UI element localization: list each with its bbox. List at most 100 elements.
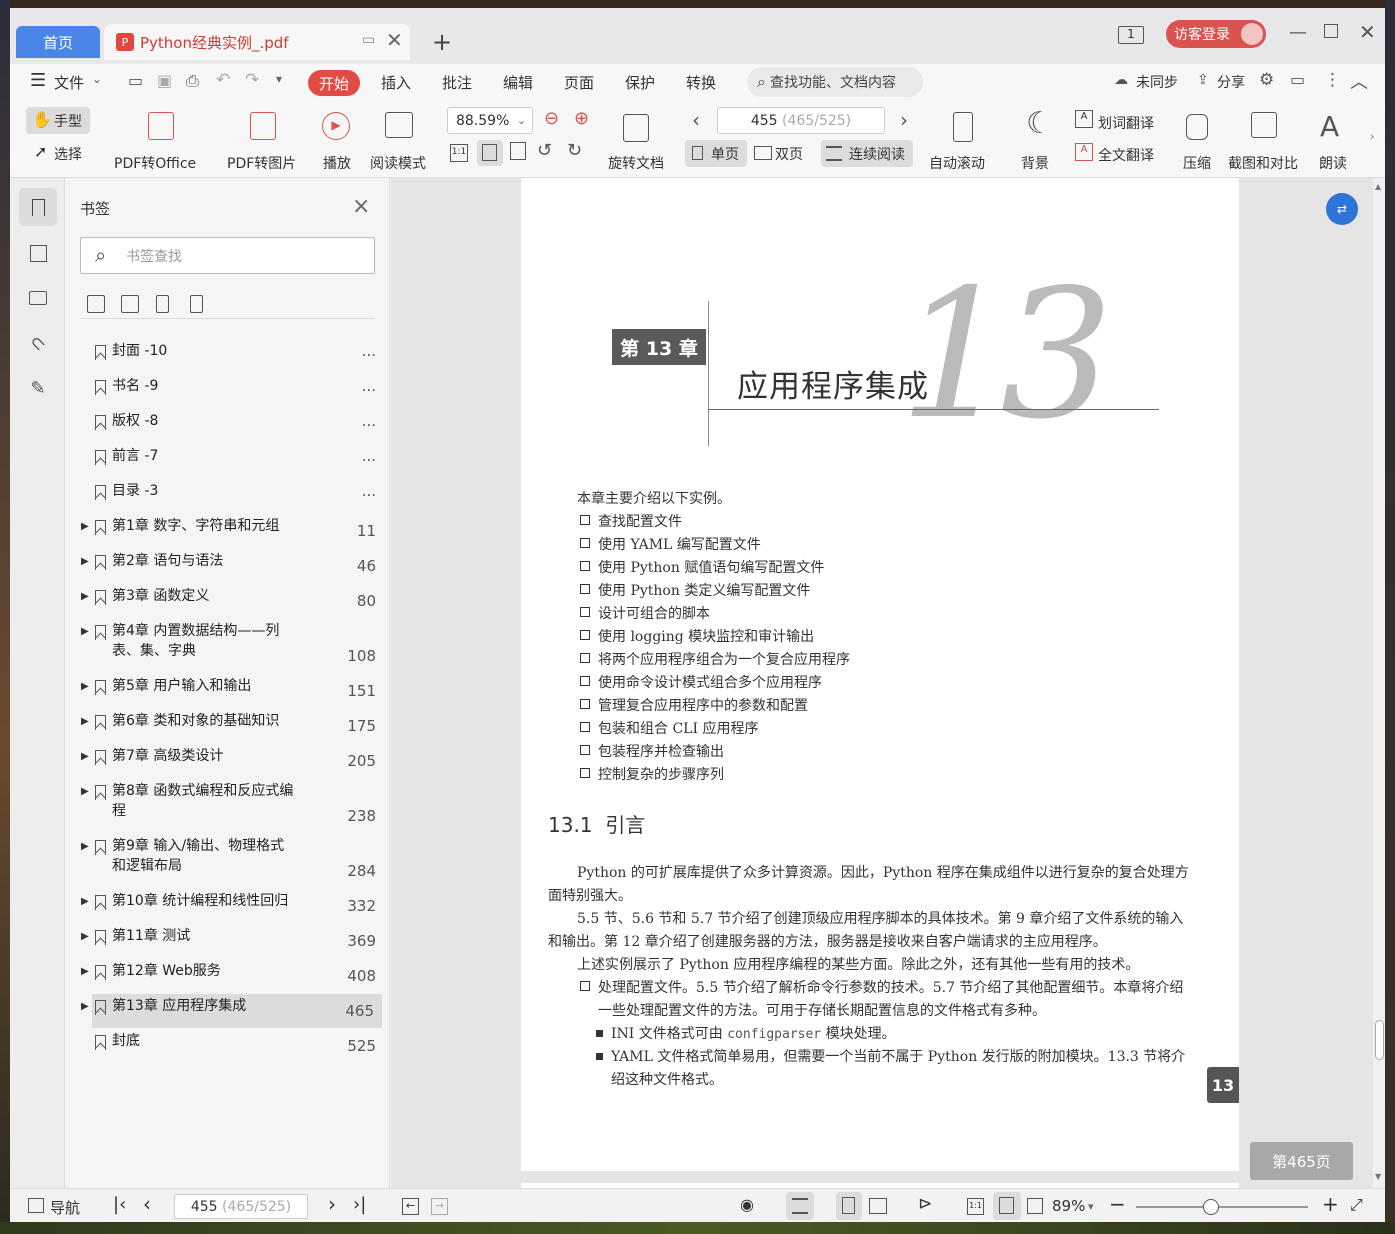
menu-page[interactable]: 页面 xyxy=(564,72,594,93)
hand-tool-button[interactable]: ✋ 手型 xyxy=(26,107,90,134)
play-button[interactable]: 播放 xyxy=(323,153,351,173)
minimize-icon[interactable]: — xyxy=(1289,22,1307,43)
compress-button[interactable]: 压缩 xyxy=(1183,153,1211,173)
function-search[interactable]: ⌕ 查找功能、文档内容 xyxy=(747,67,923,97)
scroll-up-icon[interactable]: ▲ xyxy=(1375,182,1381,191)
new-tab-icon[interactable]: + xyxy=(432,28,452,56)
bookmark-item[interactable]: ▶ 第1章 数字、字符串和元组 11 xyxy=(81,514,384,548)
redo-icon[interactable]: ↷ xyxy=(245,70,259,90)
status-page-input[interactable]: 455 (465/525) xyxy=(174,1194,308,1219)
actual-size-icon[interactable]: 1:1 xyxy=(967,1198,984,1215)
collapse-ribbon-icon[interactable]: ︿ xyxy=(1350,68,1368,94)
document-viewport[interactable]: 13 第 13 章 应用程序集成 本章主要介绍以下实例。 查找配置文件 使用 Y… xyxy=(391,178,1373,1188)
cloud-sync-icon[interactable]: ☁ xyxy=(1114,72,1128,88)
expand-arrow-icon[interactable]: ▶ xyxy=(81,626,89,637)
menu-file[interactable]: 文件 xyxy=(54,72,84,93)
window-count-icon[interactable]: 1 xyxy=(1118,26,1144,44)
fit-page-button[interactable] xyxy=(477,140,503,166)
zoom-slider[interactable] xyxy=(1136,1206,1308,1208)
close-window-icon[interactable]: ✕ xyxy=(1359,20,1376,44)
bookmark-item[interactable]: 书名 -9... xyxy=(92,374,384,408)
bookmark-item[interactable]: 前言 -7... xyxy=(92,444,384,478)
sync-status[interactable]: 未同步 xyxy=(1136,72,1178,92)
rotate-left-icon[interactable]: ↺ xyxy=(537,140,552,161)
menu-edit[interactable]: 编辑 xyxy=(503,72,533,93)
chevron-down-icon[interactable]: ⌄ xyxy=(92,72,102,86)
full-translate-button[interactable]: 全文翻译 xyxy=(1098,145,1154,165)
zoom-slider-handle[interactable] xyxy=(1203,1199,1219,1215)
chevron-down-icon[interactable]: ▾ xyxy=(1088,1200,1094,1213)
pdf-to-image-button[interactable]: PDF转图片 xyxy=(227,153,296,173)
gear-icon[interactable]: ⚙ xyxy=(1259,70,1274,90)
open-folder-icon[interactable]: ▭ xyxy=(128,71,143,90)
tab-home[interactable]: 首页 xyxy=(16,26,100,58)
bookmark-item[interactable]: ▶ 第8章 函数式编程和反应式编程 238 xyxy=(81,779,384,834)
expand-arrow-icon[interactable]: ▶ xyxy=(81,751,89,762)
double-page-button[interactable]: 双页 xyxy=(750,140,818,167)
collapse-all-icon[interactable] xyxy=(121,295,139,313)
bookmark-item[interactable]: 封底 525 xyxy=(92,1029,384,1063)
read-mode-button[interactable]: 阅读模式 xyxy=(370,153,426,173)
expand-arrow-icon[interactable]: ▶ xyxy=(81,841,89,852)
bookmark-item[interactable]: ▶ 第2章 语句与语法 46 xyxy=(81,549,384,583)
thumbnail-panel-button[interactable] xyxy=(19,234,57,272)
continuous-reading-button[interactable]: 连续阅读 xyxy=(821,140,913,167)
prev-page-icon[interactable]: ‹ xyxy=(692,108,700,132)
expand-arrow-icon[interactable]: ▶ xyxy=(81,896,89,907)
expand-arrow-icon[interactable]: ▶ xyxy=(81,966,89,977)
page-number-input[interactable]: 455 (465/525) xyxy=(717,107,885,134)
scroll-down-icon[interactable]: ▼ xyxy=(1375,1172,1381,1181)
single-page-button[interactable]: 单页 xyxy=(685,140,747,167)
bookmark-search-input[interactable]: ⌕ 书签查找 xyxy=(80,237,375,274)
prev-page-icon[interactable]: ‹ xyxy=(143,1192,151,1216)
share-icon[interactable]: ⇪ xyxy=(1197,72,1209,88)
translate-float-icon[interactable]: ⇄ xyxy=(1326,193,1358,225)
forward-icon[interactable]: → xyxy=(431,1198,448,1215)
eye-care-icon[interactable]: ◉ xyxy=(740,1195,754,1214)
bookmark-item[interactable]: ▶ 第13章 应用程序集成 465 xyxy=(81,994,382,1028)
expand-arrow-icon[interactable]: ▶ xyxy=(81,556,89,567)
bookmark-item[interactable]: 版权 -8... xyxy=(92,409,384,443)
zoom-select[interactable]: 88.59% ⌄ xyxy=(447,107,533,134)
rotate-right-icon[interactable]: ↻ xyxy=(567,140,582,161)
close-icon[interactable]: × xyxy=(352,194,370,219)
word-translate-button[interactable]: 划词翻译 xyxy=(1098,113,1154,133)
read-aloud-button[interactable]: 朗读 xyxy=(1319,153,1347,173)
remove-bookmark-icon[interactable] xyxy=(190,295,203,313)
login-button[interactable]: 访客登录 xyxy=(1166,20,1266,48)
background-button[interactable]: 背景 xyxy=(1021,153,1049,173)
auto-scroll-button[interactable]: 自动滚动 xyxy=(929,153,985,173)
next-page-icon[interactable]: › xyxy=(900,108,908,132)
comment-icon[interactable]: ▭ xyxy=(1290,70,1305,89)
menu-protect[interactable]: 保护 xyxy=(625,72,655,93)
close-tab-icon[interactable]: ✕ xyxy=(386,28,403,52)
last-page-icon[interactable]: ›| xyxy=(353,1194,366,1215)
single-page-mode-button[interactable] xyxy=(836,1192,862,1220)
rotate-document-button[interactable]: 旋转文档 xyxy=(608,153,664,173)
zoom-in-icon[interactable]: ⊕ xyxy=(574,108,589,129)
menu-annotate[interactable]: 批注 xyxy=(442,72,472,93)
play-icon[interactable]: ⊳ xyxy=(918,1194,932,1214)
bookmark-item[interactable]: ▶ 第10章 统计编程和线性回归 332 xyxy=(81,889,384,923)
hamburger-icon[interactable]: ☰ xyxy=(30,70,46,91)
undo-icon[interactable]: ↶ xyxy=(216,70,230,90)
expand-all-icon[interactable] xyxy=(87,295,105,313)
more-vert-icon[interactable]: ⋮ xyxy=(1324,70,1341,90)
expand-arrow-icon[interactable]: ▶ xyxy=(81,716,89,727)
share-button[interactable]: 分享 xyxy=(1217,72,1245,92)
expand-arrow-icon[interactable]: ▶ xyxy=(81,1001,89,1012)
menu-insert[interactable]: 插入 xyxy=(381,72,411,93)
bookmark-item[interactable]: ▶ 第12章 Web服务 408 xyxy=(81,959,384,993)
ribbon-scroll-right-icon[interactable]: › xyxy=(1370,130,1374,143)
bookmark-item[interactable]: 目录 -3... xyxy=(92,479,384,513)
continuous-mode-button[interactable] xyxy=(786,1192,814,1220)
print-icon[interactable]: ⎙ xyxy=(186,71,199,91)
double-page-icon[interactable] xyxy=(869,1198,887,1214)
bookmark-item[interactable]: 封面 -10... xyxy=(92,339,384,373)
tab-document[interactable]: P Python经典实例_.pdf ▭ ✕ xyxy=(104,24,410,60)
back-icon[interactable]: ← xyxy=(402,1198,419,1215)
rotate-view-icon[interactable] xyxy=(1027,1198,1043,1214)
bookmark-item[interactable]: ▶ 第11章 测试 369 xyxy=(81,924,384,958)
select-tool-button[interactable]: ➚ 选择 xyxy=(26,140,90,167)
actual-size-icon[interactable]: 1:1 xyxy=(450,144,468,162)
